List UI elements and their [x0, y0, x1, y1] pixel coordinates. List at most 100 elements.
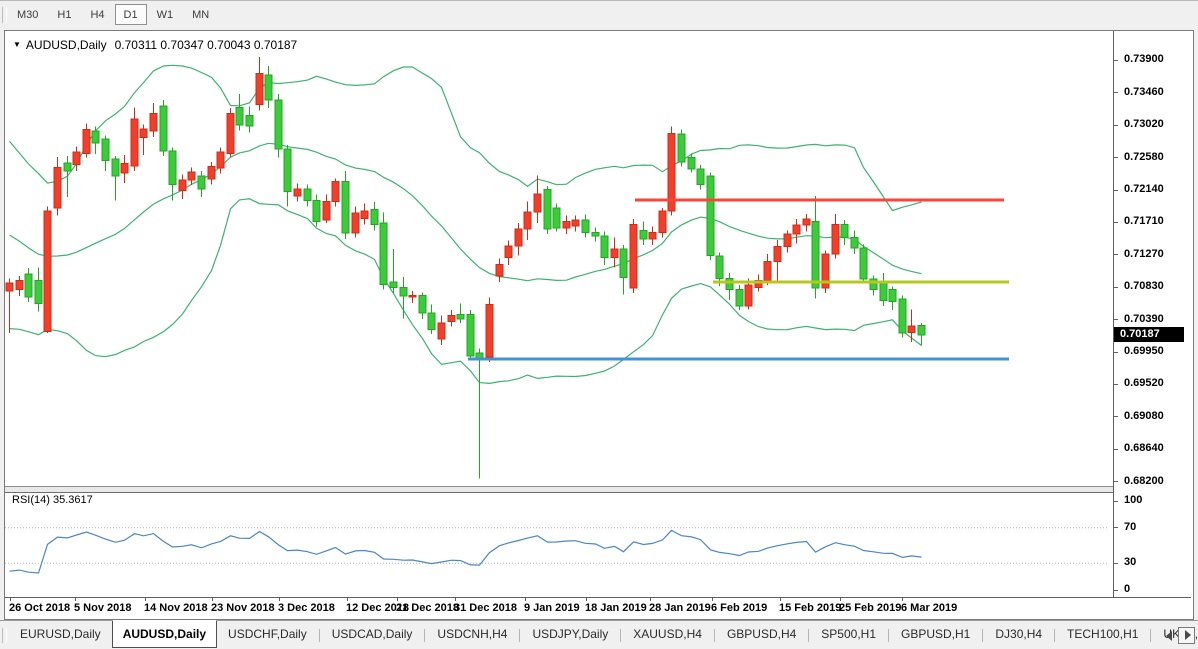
symbol-tab-tech100-h1[interactable]: TECH100,H1	[1056, 621, 1149, 647]
timeframe-button-h1[interactable]: H1	[48, 4, 80, 25]
symbol-tab-usdcad-daily[interactable]: USDCAD,Daily	[321, 621, 424, 647]
rsi-axis-tick	[1114, 527, 1118, 528]
date-axis-tick	[10, 598, 11, 601]
date-axis-label: 23 Nov 2018	[211, 602, 275, 614]
chart-window: ▼AUDUSD,Daily0.70311 0.70347 0.70043 0.7…	[4, 30, 1194, 620]
date-axis-label: 28 Jan 2019	[649, 602, 711, 614]
tab-separator	[1054, 629, 1055, 642]
tab-scroll-controls	[1166, 627, 1195, 645]
symbol-tab-gbpusd-h1[interactable]: GBPUSD,H1	[890, 621, 981, 647]
timeframe-button-mn[interactable]: MN	[183, 4, 218, 25]
price-axis-label: 0.73460	[1124, 86, 1164, 98]
date-axis-label: 9 Jan 2019	[524, 602, 580, 614]
price-axis-label: 0.73900	[1124, 53, 1164, 65]
date-axis-tick	[279, 598, 280, 601]
price-axis-label: 0.70390	[1124, 313, 1164, 325]
symbol-tab-dj30-h4[interactable]: DJ30,H4	[984, 621, 1053, 647]
bollinger-middle-line	[10, 143, 922, 280]
chart-title: ▼AUDUSD,Daily0.70311 0.70347 0.70043 0.7…	[13, 38, 297, 52]
rsi-axis-tick	[1114, 590, 1118, 591]
price-axis-tick	[1114, 319, 1118, 320]
date-axis-label: 26 Oct 2018	[9, 602, 70, 614]
symbol-tab-sp500-h1[interactable]: SP500,H1	[810, 621, 887, 647]
tab-bar-grip[interactable]	[2, 628, 7, 643]
price-axis-tick	[1114, 60, 1118, 61]
candles-layer	[6, 57, 925, 478]
price-chart-canvas[interactable]	[5, 31, 1191, 597]
tab-separator	[519, 629, 520, 642]
price-axis-tick	[1114, 190, 1118, 191]
timeframe-button-h4[interactable]: H4	[81, 4, 113, 25]
price-axis-label: 0.69520	[1124, 377, 1164, 389]
pane-splitter[interactable]	[5, 486, 1191, 493]
price-axis-tick	[1114, 481, 1118, 482]
rsi-line	[10, 530, 922, 573]
tab-separator	[982, 629, 983, 642]
date-axis[interactable]: 26 Oct 2018 5 Nov 2018 14 Nov 201823 Nov 2…	[5, 597, 1191, 618]
tab-scroll-right-icon	[1185, 630, 1191, 640]
date-axis-label: 15 Feb 2019	[779, 602, 841, 614]
trading-platform-window: M30H1H4D1W1MN ▼AUDUSD,Daily0.70311 0.703…	[0, 0, 1198, 649]
price-axis-label: 0.70830	[1124, 280, 1164, 292]
tab-separator	[1150, 629, 1151, 642]
tab-separator	[808, 629, 809, 642]
date-axis-label: 5 Nov 2018	[74, 602, 131, 614]
tab-scroll-left-icon[interactable]	[1166, 631, 1172, 641]
date-axis-label: 21 Dec 2018	[396, 602, 459, 614]
date-axis-tick	[712, 598, 713, 601]
price-axis[interactable]: 0.70187 0.739000.734600.730200.725800.72…	[1113, 31, 1192, 597]
bollinger-lower-line	[10, 199, 922, 384]
rsi-value: 35.3617	[53, 494, 93, 506]
date-axis-tick	[525, 598, 526, 601]
date-axis-label: 6 Mar 2019	[901, 602, 957, 614]
price-axis-label: 0.72580	[1124, 151, 1164, 163]
date-axis-tick	[586, 598, 587, 601]
price-axis-tick	[1114, 287, 1118, 288]
rsi-axis-label: 30	[1124, 556, 1136, 568]
symbol-tab-audusd-daily[interactable]: AUDUSD,Daily	[112, 620, 217, 648]
chart-menu-icon[interactable]: ▼	[13, 40, 21, 49]
rsi-axis-label: 0	[1124, 583, 1130, 595]
date-axis-tick	[347, 598, 348, 601]
price-axis-label: 0.68640	[1124, 442, 1164, 454]
rsi-axis-tick	[1114, 501, 1118, 502]
price-axis-label: 0.72140	[1124, 183, 1164, 195]
date-axis-label: 6 Feb 2019	[711, 602, 767, 614]
price-axis-label: 0.68200	[1124, 475, 1164, 487]
date-axis-tick	[212, 598, 213, 601]
symbol-tab-eurusd-daily[interactable]: EURUSD,Daily	[9, 621, 112, 647]
symbol-tab-xauusd-h4[interactable]: XAUUSD,H4	[622, 621, 713, 647]
rsi-indicator-label: RSI(14) 35.3617	[12, 494, 93, 506]
price-axis-label: 0.69950	[1124, 345, 1164, 357]
toolbar-grip[interactable]	[2, 7, 7, 23]
symbol-tab-gbpusd-h4[interactable]: GBPUSD,H4	[716, 621, 807, 647]
symbol-tab-usdcnh-h4[interactable]: USDCNH,H4	[426, 621, 518, 647]
symbol-tab-usdchf-daily[interactable]: USDCHF,Daily	[217, 621, 318, 647]
date-axis-label: 31 Dec 2018	[454, 602, 517, 614]
timeframe-buttons: M30H1H4D1W1MN	[8, 4, 219, 25]
price-axis-tick	[1114, 449, 1118, 450]
timeframe-button-d1[interactable]: D1	[115, 4, 147, 25]
date-axis-label: 14 Nov 2018	[144, 602, 208, 614]
date-axis-tick	[902, 598, 903, 601]
tab-scroll-right-button[interactable]	[1178, 627, 1195, 644]
tab-separator	[319, 629, 320, 642]
tab-separator	[620, 629, 621, 642]
rsi-axis-tick	[1114, 563, 1118, 564]
tab-separator	[888, 629, 889, 642]
price-axis-tick	[1114, 157, 1118, 158]
price-axis-tick	[1114, 92, 1118, 93]
date-axis-tick	[840, 598, 841, 601]
date-axis-tick	[397, 598, 398, 601]
symbol-tabs: EURUSD,DailyAUDUSD,DailyUSDCHF,DailyUSDC…	[9, 621, 1198, 649]
timeframe-button-w1[interactable]: W1	[148, 4, 183, 25]
date-axis-tick	[780, 598, 781, 601]
price-axis-label: 0.73020	[1124, 118, 1164, 130]
date-axis-label: 25 Feb 2019	[839, 602, 901, 614]
price-axis-label: 0.69080	[1124, 410, 1164, 422]
timeframe-button-m30[interactable]: M30	[8, 4, 47, 25]
rsi-axis-label: 70	[1124, 521, 1136, 533]
symbol-tab-usdjpy-daily[interactable]: USDJPY,Daily	[521, 621, 619, 647]
date-axis-tick	[145, 598, 146, 601]
symbol-tab-bar: EURUSD,DailyAUDUSD,DailyUSDCHF,DailyUSDC…	[0, 620, 1198, 649]
